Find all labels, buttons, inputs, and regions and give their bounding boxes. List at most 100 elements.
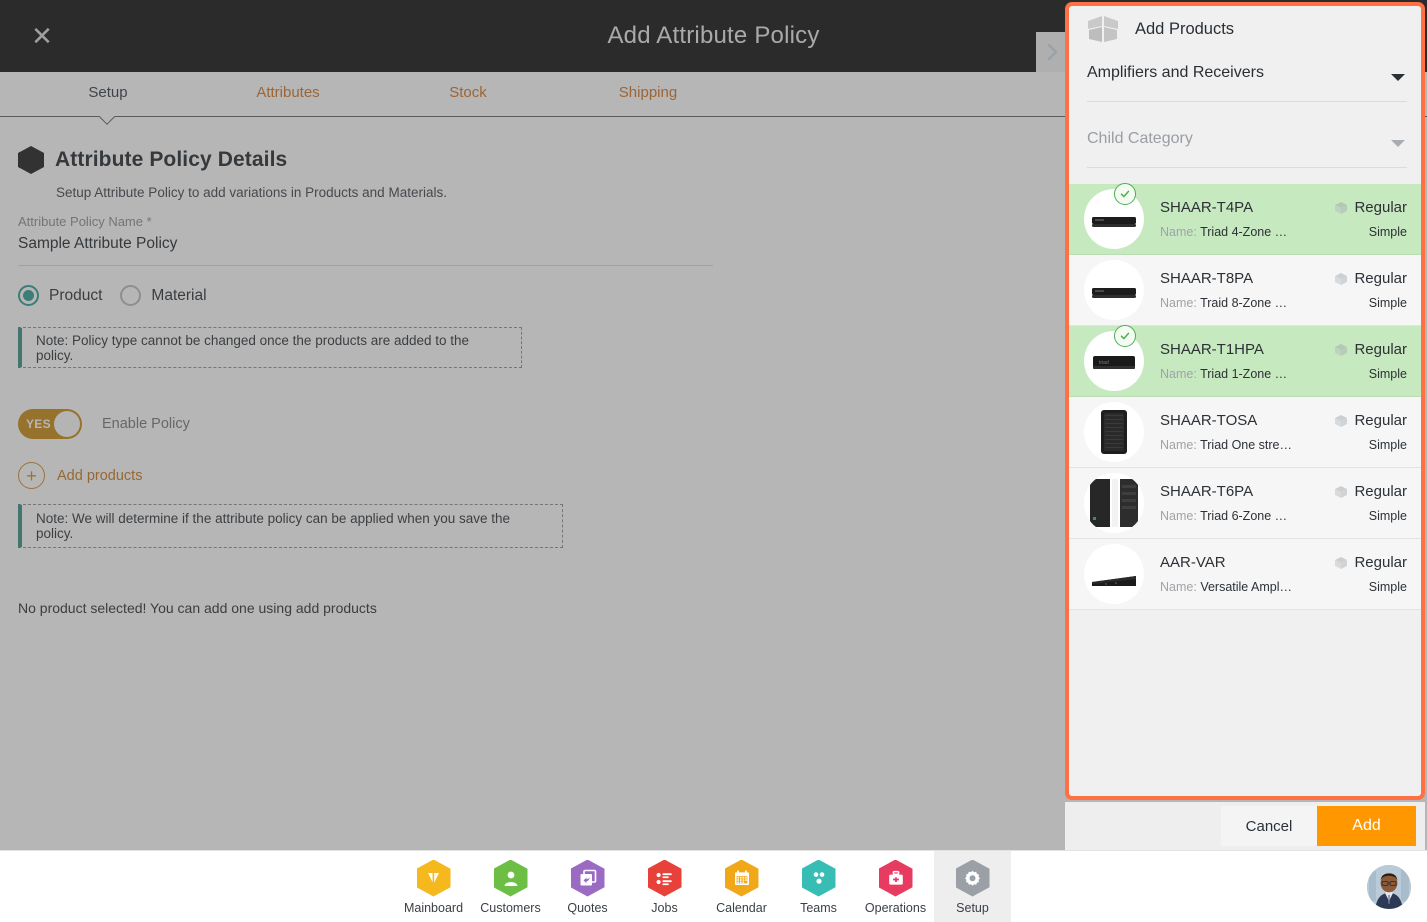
- select-underline: [1087, 101, 1407, 102]
- product-name-label: Name:: [1160, 509, 1197, 523]
- check-circle-icon: [1114, 325, 1136, 347]
- cancel-button[interactable]: Cancel: [1221, 806, 1317, 846]
- product-meta: Regular Simple: [1334, 199, 1421, 239]
- product-type-label: Regular: [1354, 554, 1407, 571]
- product-name: Name: Triad One stre…: [1160, 438, 1334, 452]
- product-row[interactable]: SHAAR-T8PA Name: Traid 8-Zone … Regular Sim…: [1069, 255, 1421, 326]
- product-sku: SHAAR-T4PA: [1160, 199, 1254, 216]
- product-name-value: Triad 1-Zone …: [1200, 367, 1288, 381]
- product-name: Name: Triad 4-Zone …: [1160, 225, 1334, 239]
- parent-category-select[interactable]: Amplifiers and Receivers: [1087, 56, 1407, 102]
- product-type: Regular: [1334, 270, 1407, 287]
- check-circle-icon: [1114, 183, 1136, 205]
- product-info: SHAAR-TOSA Name: Triad One stre…: [1160, 412, 1334, 452]
- nav-item-operations[interactable]: Operations: [857, 851, 934, 922]
- cube-icon: [1334, 485, 1348, 499]
- product-type-label: Regular: [1354, 270, 1407, 287]
- product-row[interactable]: AAR-VAR Name: Versatile Ampl… Regular Simpl…: [1069, 539, 1421, 610]
- add-button[interactable]: Add: [1317, 806, 1416, 846]
- product-thumbnail-wrap: [1084, 544, 1144, 604]
- child-category-select[interactable]: Child Category: [1087, 122, 1407, 168]
- product-thumbnail: [1084, 260, 1144, 320]
- product-row[interactable]: triad SHAAR-T1HPA Name: Triad 1-Zone … Regu…: [1069, 325, 1421, 397]
- product-name-label: Name:: [1160, 225, 1197, 239]
- product-type: Regular: [1334, 341, 1407, 358]
- operations-icon: [878, 859, 913, 897]
- product-sku: SHAAR-T6PA: [1160, 483, 1254, 500]
- product-name-value: Triad 6-Zone …: [1200, 509, 1288, 523]
- gear-icon: [955, 859, 990, 897]
- product-thumbnail-wrap: [1084, 473, 1144, 533]
- product-variant: Simple: [1368, 580, 1407, 594]
- product-row[interactable]: SHAAR-TOSA Name: Triad One stre… Regular Si…: [1069, 397, 1421, 468]
- product-type: Regular: [1334, 199, 1407, 216]
- nav-item-customers[interactable]: Customers: [472, 851, 549, 922]
- svg-text:triad: triad: [1099, 360, 1109, 366]
- product-type-label: Regular: [1354, 341, 1407, 358]
- product-thumbnail-wrap: [1084, 260, 1144, 320]
- jobs-icon: [647, 859, 682, 897]
- product-name: Name: Traid 8-Zone …: [1160, 296, 1334, 310]
- nav-item-label: Setup: [956, 900, 989, 915]
- product-sku: SHAAR-T8PA: [1160, 270, 1254, 287]
- product-variant: Simple: [1368, 438, 1407, 452]
- product-variant: Simple: [1368, 225, 1407, 239]
- product-name-label: Name:: [1160, 296, 1197, 310]
- chevron-down-icon: [1391, 140, 1405, 147]
- product-info: AAR-VAR Name: Versatile Ampl…: [1160, 554, 1334, 594]
- product-type: Regular: [1334, 554, 1407, 571]
- nav-item-label: Mainboard: [403, 900, 464, 915]
- nav-item-label: Teams: [800, 900, 837, 915]
- product-info: SHAAR-T4PA Name: Triad 4-Zone …: [1160, 199, 1334, 239]
- product-thumbnail: [1084, 544, 1144, 604]
- product-meta: Regular Simple: [1334, 341, 1421, 381]
- product-type: Regular: [1334, 483, 1407, 500]
- cube-icon: [1334, 556, 1348, 570]
- nav-item-mainboard[interactable]: Mainboard: [395, 851, 472, 922]
- product-thumbnail-wrap: triad: [1084, 325, 1144, 391]
- mainboard-icon: [416, 859, 451, 897]
- nav-item-jobs[interactable]: Jobs: [626, 851, 703, 922]
- nav-item-label: Operations: [864, 900, 927, 915]
- cube-icon: [1334, 272, 1348, 286]
- product-type-label: Regular: [1354, 483, 1407, 500]
- panel-footer: Cancel Add: [1065, 802, 1425, 850]
- nav-item-label: Quotes: [567, 900, 608, 915]
- product-info: SHAAR-T6PA Name: Triad 6-Zone …: [1160, 483, 1334, 523]
- nav-item-calendar[interactable]: Calendar: [703, 851, 780, 922]
- cube-icon: [1334, 201, 1348, 215]
- product-variant: Simple: [1368, 509, 1407, 523]
- product-meta: Regular Simple: [1334, 483, 1421, 523]
- product-thumbnail-wrap: [1084, 402, 1144, 462]
- product-type-label: Regular: [1354, 412, 1407, 429]
- product-list: SHAAR-T4PA Name: Triad 4-Zone … Regular Sim…: [1069, 183, 1421, 610]
- product-row[interactable]: SHAAR-T4PA Name: Triad 4-Zone … Regular Sim…: [1069, 183, 1421, 255]
- nav-item-label: Calendar: [716, 900, 767, 915]
- avatar[interactable]: [1367, 865, 1411, 909]
- child-category-placeholder: Child Category: [1087, 130, 1193, 147]
- product-name-value: Traid 8-Zone …: [1200, 296, 1288, 310]
- product-name-value: Triad One stre…: [1200, 438, 1293, 452]
- open-box-icon: [1085, 14, 1121, 44]
- product-name-label: Name:: [1160, 438, 1197, 452]
- product-info: SHAAR-T1HPA Name: Triad 1-Zone …: [1160, 341, 1334, 381]
- product-sku: AAR-VAR: [1160, 554, 1226, 571]
- product-name: Name: Triad 1-Zone …: [1160, 367, 1334, 381]
- product-sku: SHAAR-TOSA: [1160, 412, 1258, 429]
- product-sku: SHAAR-T1HPA: [1160, 341, 1264, 358]
- nav-item-setup[interactable]: Setup: [934, 851, 1011, 922]
- nav-item-teams[interactable]: Teams: [780, 851, 857, 922]
- nav-item-label: Jobs: [651, 900, 678, 915]
- product-name-value: Versatile Ampl…: [1200, 580, 1293, 594]
- product-variant: Simple: [1368, 367, 1407, 381]
- product-type-label: Regular: [1354, 199, 1407, 216]
- product-name-label: Name:: [1160, 367, 1197, 381]
- quotes-icon: [570, 859, 605, 897]
- add-products-panel: Add Products Amplifiers and Receivers Ch…: [1065, 2, 1425, 800]
- product-thumbnail: [1084, 473, 1144, 533]
- nav-item-quotes[interactable]: Quotes: [549, 851, 626, 922]
- product-name: Name: Versatile Ampl…: [1160, 580, 1334, 594]
- product-row[interactable]: SHAAR-T6PA Name: Triad 6-Zone … Regular Sim…: [1069, 468, 1421, 539]
- panel-header: Add Products: [1069, 6, 1421, 52]
- select-underline: [1087, 167, 1407, 168]
